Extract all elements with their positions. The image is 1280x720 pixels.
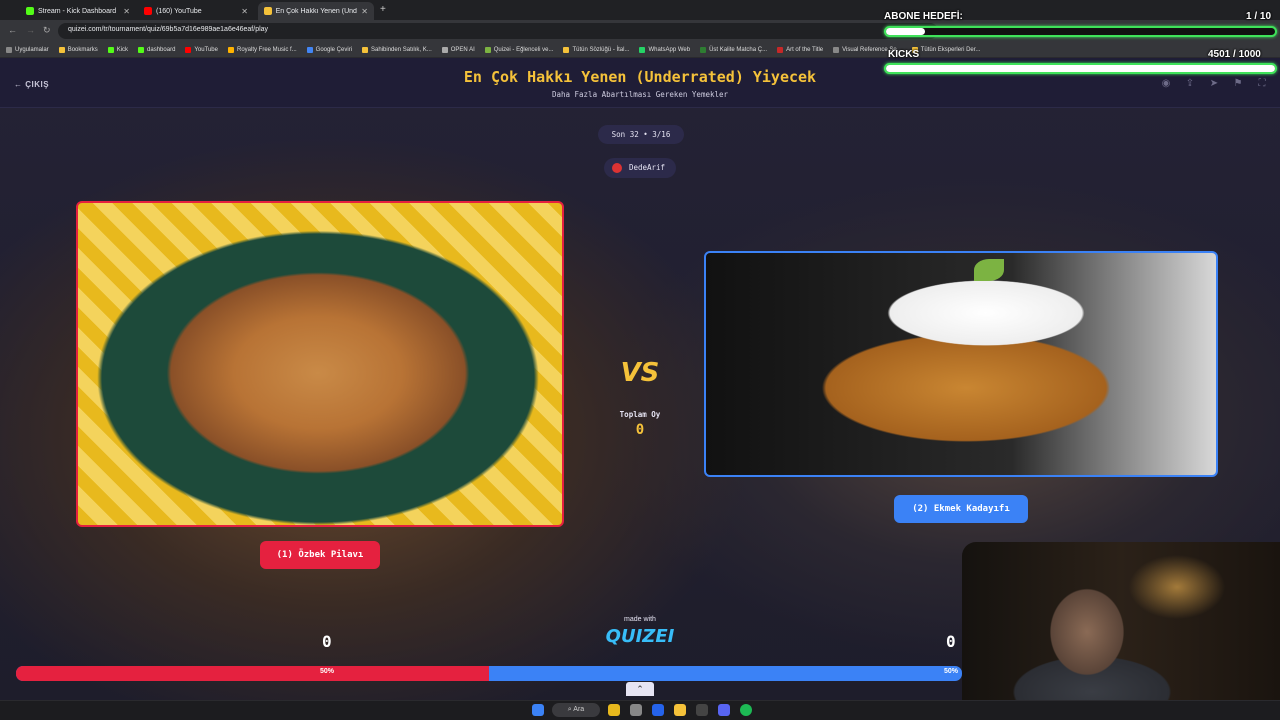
total-votes-label: Toplam Oy: [619, 410, 661, 419]
forward-icon[interactable]: →: [26, 25, 35, 35]
score-right: 0: [946, 632, 956, 651]
bookmark-item[interactable]: YouTube: [185, 46, 218, 53]
kick-icon: [26, 7, 34, 15]
tab-quizei[interactable]: En Çok Hakkı Yenen (Underrate ✕: [258, 2, 374, 20]
made-with-label: made with: [624, 616, 656, 623]
close-icon[interactable]: ✕: [361, 7, 368, 16]
bookmark-icon: [138, 46, 145, 53]
bookmark-item[interactable]: Google Çeviri: [306, 46, 352, 53]
folder-icon[interactable]: [674, 704, 686, 716]
kicks-goal-title: KICKS: [888, 49, 920, 60]
taskbar-app-icon[interactable]: [652, 704, 664, 716]
vote-progress-left: [16, 666, 489, 681]
bookmark-icon: [563, 46, 570, 53]
spotify-icon[interactable]: [740, 704, 752, 716]
bookmark-item[interactable]: Art of the Title: [777, 46, 823, 53]
subs-goal-bar: [884, 26, 1277, 37]
bookmark-item[interactable]: dashboard: [138, 46, 175, 53]
bookmark-icon: [441, 46, 448, 53]
subs-goal-count: 1 / 10: [1246, 11, 1272, 22]
bookmark-icon: [58, 46, 65, 53]
vs-icon: VS: [620, 358, 660, 388]
round-badge: Son 32 • 3/16: [598, 125, 684, 144]
choice-button-right[interactable]: (2) Ekmek Kadayıfı: [894, 495, 1028, 523]
total-votes-value: 0: [635, 422, 645, 438]
tab-kick-dashboard[interactable]: Stream - Kick Dashboard ✕: [20, 2, 136, 20]
chevron-up-icon[interactable]: ⌃: [626, 682, 654, 696]
discord-icon[interactable]: [718, 704, 730, 716]
bookmark-icon: [639, 46, 646, 53]
bookmark-icon: [107, 46, 114, 53]
bookmark-item[interactable]: Üst Kalite Matcha Ç...: [700, 46, 767, 53]
windows-start-icon[interactable]: [532, 704, 544, 716]
bookmark-icon: [306, 46, 313, 53]
bookmark-item[interactable]: Tütün Eksperleri Der...: [911, 46, 980, 53]
avatar: [612, 163, 622, 173]
page-subtitle: Daha Fazla Abartılması Gereken Yemekler: [551, 90, 729, 99]
bookmark-item[interactable]: Kick: [107, 46, 128, 53]
kicks-goal-bar: [884, 63, 1277, 74]
bookmark-item[interactable]: Sahibinden Satılık, K...: [362, 46, 432, 53]
taskbar-app-icon[interactable]: [696, 704, 708, 716]
eye-icon[interactable]: ◉: [1160, 78, 1172, 90]
bookmark-icon: [6, 46, 12, 53]
bookmark-icon: [185, 46, 192, 53]
close-icon[interactable]: ✕: [123, 7, 130, 16]
bookmark-icon: [777, 46, 784, 53]
taskbar-search[interactable]: ⌕ Ara: [552, 703, 600, 717]
bookmark-item[interactable]: Uygulamalar: [6, 46, 49, 53]
quizei-icon: [264, 7, 272, 15]
choice-image-right[interactable]: [704, 251, 1218, 477]
flag-icon[interactable]: ⚑: [1232, 78, 1244, 90]
choice-button-left[interactable]: (1) Özbek Pilavı: [260, 541, 380, 569]
vote-progress-bar: 50% 50%: [16, 666, 962, 681]
youtube-icon: [144, 7, 152, 15]
percent-left: 50%: [320, 668, 335, 675]
bookmarks-bar: Uygulamalar Bookmarks Kick dashboard YouTube…: [0, 42, 1280, 58]
bookmark-item[interactable]: Quizei - Eğlenceli ve...: [484, 46, 553, 53]
send-icon[interactable]: ➤: [1208, 78, 1220, 90]
quizei-logo[interactable]: QUIZEI: [600, 626, 680, 647]
author-badge[interactable]: DedeArif: [604, 158, 676, 178]
percent-right: 50%: [944, 668, 959, 675]
chrome-icon[interactable]: [608, 704, 620, 716]
reload-icon[interactable]: ↻: [43, 25, 51, 36]
bookmark-icon: [833, 46, 840, 53]
bookmark-icon: [227, 46, 234, 53]
bookmark-icon: [362, 46, 369, 53]
new-tab-button[interactable]: +: [380, 4, 386, 15]
webcam-overlay: [962, 542, 1280, 700]
kicks-goal-fill: [886, 65, 1275, 72]
share-icon[interactable]: ⇪: [1184, 78, 1196, 90]
bookmark-item[interactable]: Royalty Free Music f...: [227, 46, 297, 53]
mint-leaf-decoration: [974, 259, 1004, 281]
score-left: 0: [322, 632, 332, 651]
bookmark-icon: [484, 46, 491, 53]
bookmark-item[interactable]: Tütün Sözlüğü - İtal...: [563, 46, 629, 53]
bookmark-item[interactable]: WhatsApp Web: [639, 46, 690, 53]
close-icon[interactable]: ✕: [241, 7, 248, 16]
fullscreen-icon[interactable]: ⛶: [1256, 78, 1268, 90]
choice-image-left[interactable]: [76, 201, 564, 527]
bookmark-item[interactable]: Bookmarks: [58, 46, 98, 53]
tab-youtube[interactable]: (160) YouTube ✕: [138, 2, 254, 20]
bookmark-icon: [700, 46, 707, 53]
subs-goal-title: ABONE HEDEFİ:: [884, 11, 963, 22]
bookmark-item[interactable]: OPEN AI: [441, 46, 475, 53]
back-icon[interactable]: ←: [8, 25, 17, 35]
taskbar-app-icon[interactable]: [630, 704, 642, 716]
kicks-goal-count: 4501 / 1000: [1208, 49, 1261, 60]
address-bar[interactable]: quizei.com/tr/tournament/quiz/69b5a7d16e…: [58, 23, 938, 39]
subs-goal-fill: [886, 28, 925, 35]
